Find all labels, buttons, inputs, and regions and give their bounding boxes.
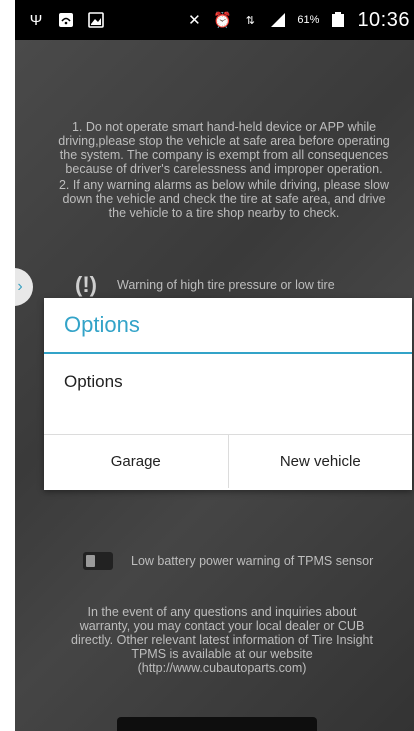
clock: 10:36 — [357, 8, 410, 31]
dialog-message: Options — [64, 372, 123, 391]
chevron-right-icon: › — [17, 278, 23, 295]
alarm-icon: ⏰ — [213, 12, 232, 29]
options-dialog: Options Options Garage New vehicle — [44, 298, 412, 490]
instruction-2: 2. If any warning alarms as below while … — [58, 178, 390, 220]
battery-warning-row: Low battery power warning of TPMS sensor — [83, 552, 403, 570]
contact-info: In the event of any questions and inquir… — [71, 605, 373, 675]
ok-button[interactable]: OK — [117, 717, 317, 731]
status-bar: Ψ ✕ ⏰ ⇅ 61% 10:36 — [15, 0, 414, 40]
instruction-1: 1. Do not operate smart hand-held device… — [58, 120, 390, 176]
pressure-warning-text: Warning of high tire pressure or low tir… — [116, 278, 335, 292]
tire-warning-icon: (!) — [75, 272, 97, 297]
phone-screen: Ψ ✕ ⏰ ⇅ 61% 10:36 1. Do not operate smar… — [15, 0, 414, 731]
battery-icon — [329, 11, 347, 29]
pressure-warning-row: (!) Warning of high tire pressure or low… — [75, 272, 395, 298]
new-vehicle-button[interactable]: New vehicle — [227, 435, 412, 488]
battery-warning-text: Low battery power warning of TPMS sensor — [131, 554, 374, 568]
dialog-button-bar: Garage New vehicle — [44, 434, 412, 488]
screenshot-icon — [87, 11, 105, 29]
wifi-icon — [57, 11, 75, 29]
dialog-title: Options — [44, 298, 412, 354]
data-icon: ⇅ — [245, 14, 256, 27]
mute-icon: ✕ — [188, 12, 201, 29]
garage-button[interactable]: Garage — [44, 435, 228, 488]
battery-percent: 61% — [297, 14, 320, 26]
sensor-battery-icon — [83, 552, 113, 570]
usb-icon: Ψ — [29, 11, 43, 29]
signal-icon — [269, 11, 287, 29]
instructions: 1. Do not operate smart hand-held device… — [55, 120, 393, 222]
